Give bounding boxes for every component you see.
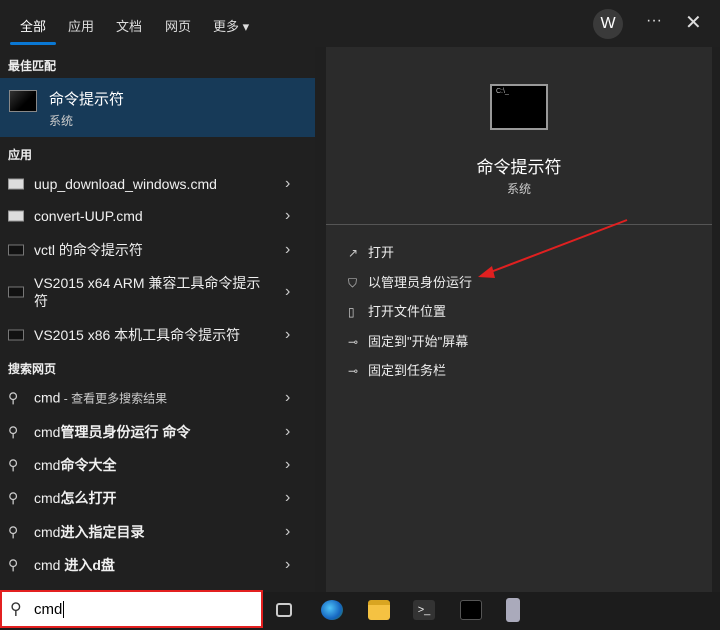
- task-view-icon[interactable]: [276, 603, 292, 617]
- terminal-icon[interactable]: >_: [413, 600, 435, 620]
- app-icon[interactable]: [506, 598, 520, 622]
- search-icon: ⚲: [10, 601, 22, 618]
- annotation-arrow: [478, 219, 628, 278]
- app-icon[interactable]: [460, 600, 482, 620]
- search-box[interactable]: ⚲ cmd: [0, 590, 263, 628]
- edge-icon[interactable]: [321, 600, 343, 620]
- file-explorer-icon[interactable]: [368, 600, 390, 620]
- search-input[interactable]: cmd: [34, 601, 65, 618]
